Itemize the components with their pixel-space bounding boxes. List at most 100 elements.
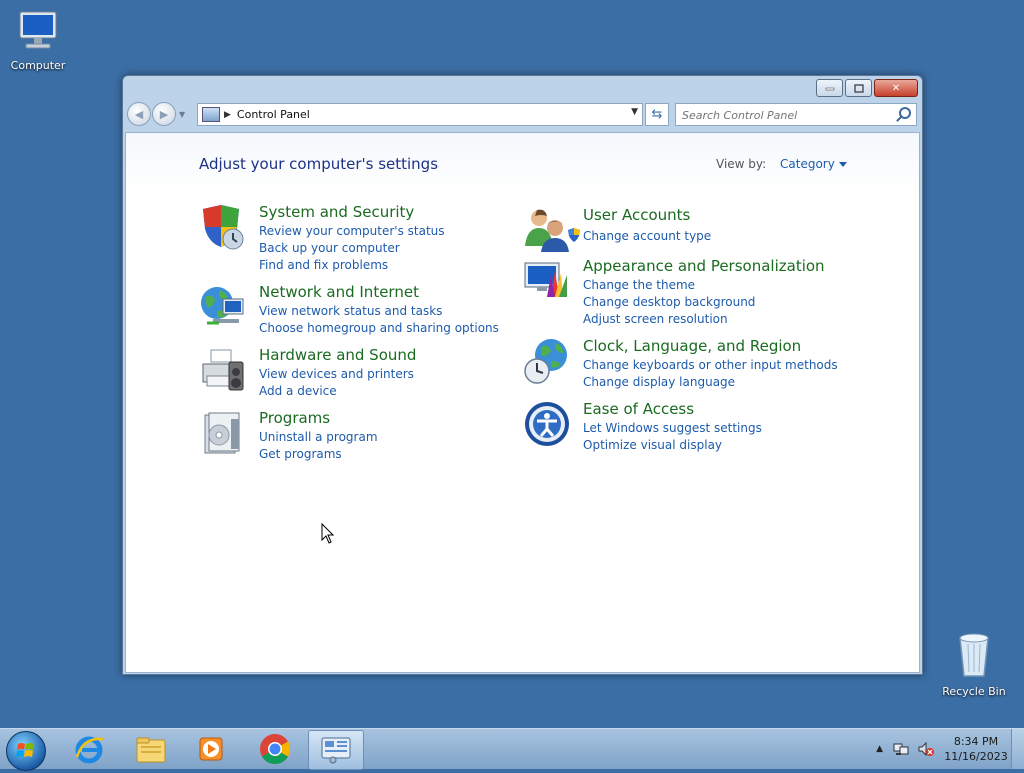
- category-links: View network status and tasks Choose hom…: [259, 303, 499, 337]
- printer-icon: [202, 349, 244, 391]
- network-icon[interactable]: [893, 741, 909, 757]
- view-by-value: Category: [780, 157, 835, 171]
- programs-icon: [204, 412, 240, 454]
- taskbar: ▲ 8:34 PM 11/16/2023: [0, 728, 1024, 771]
- task-link[interactable]: Uninstall a program: [259, 429, 378, 446]
- navigation-bar: ◀ ▶ ▼ ▶ Control Panel ▼ ⇆: [127, 101, 918, 127]
- show-desktop-button[interactable]: [1011, 729, 1024, 769]
- users-icon: [525, 209, 569, 252]
- appearance-icon: [524, 262, 567, 297]
- dropdown-arrow-icon: [838, 162, 847, 167]
- category-links: Let Windows suggest settings Optimize vi…: [583, 420, 762, 454]
- mouse-pointer-icon: [321, 523, 335, 544]
- desktop-icon-recycle-bin[interactable]: Recycle Bin: [936, 630, 1012, 698]
- clock-time: 8:34 PM: [953, 735, 999, 748]
- task-link[interactable]: Back up your computer: [259, 240, 445, 257]
- taskbar-control-panel[interactable]: [308, 730, 364, 770]
- task-link[interactable]: Let Windows suggest settings: [583, 420, 762, 437]
- task-link[interactable]: Choose homegroup and sharing options: [259, 320, 499, 337]
- category-title[interactable]: Appearance and Personalization: [583, 257, 825, 275]
- breadcrumb-control-panel[interactable]: Control Panel: [237, 108, 310, 121]
- view-by: View by: Category: [716, 157, 847, 171]
- clock[interactable]: 8:34 PM 11/16/2023: [941, 734, 1011, 764]
- minimize-button[interactable]: [816, 79, 843, 97]
- category-title[interactable]: User Accounts: [583, 206, 690, 224]
- view-by-dropdown[interactable]: Category: [780, 157, 847, 171]
- view-by-label: View by:: [716, 157, 767, 171]
- close-button[interactable]: ✕: [874, 79, 918, 97]
- category-title[interactable]: System and Security: [259, 203, 414, 221]
- window-controls: ✕: [816, 79, 918, 97]
- task-link[interactable]: Change desktop background: [583, 294, 755, 311]
- back-arrow-icon: ◀: [134, 107, 144, 121]
- desktop-icon-computer[interactable]: Computer: [0, 8, 76, 72]
- system-tray: ▲ 8:34 PM 11/16/2023: [876, 729, 1024, 769]
- refresh-button[interactable]: ⇆: [645, 103, 669, 126]
- search-input[interactable]: [680, 106, 884, 125]
- file-explorer-icon: [136, 737, 166, 763]
- address-dropdown-button[interactable]: ▼: [631, 107, 638, 117]
- task-link[interactable]: Add a device: [259, 383, 414, 400]
- category-links: Change the theme Change desktop backgrou…: [583, 277, 755, 328]
- category-title[interactable]: Ease of Access: [583, 400, 694, 418]
- shield-icon: [203, 205, 244, 250]
- windows-logo-icon: [16, 743, 34, 757]
- task-link[interactable]: View network status and tasks: [259, 303, 499, 320]
- desktop-icon-label: Computer: [10, 59, 66, 72]
- media-player-icon: [199, 737, 223, 761]
- task-link[interactable]: Get programs: [259, 446, 378, 463]
- task-link-with-shield[interactable]: Change account type: [568, 228, 712, 245]
- task-link[interactable]: Find and fix problems: [259, 257, 445, 274]
- taskbar-internet-explorer[interactable]: [62, 730, 116, 768]
- taskbar-media-player[interactable]: [184, 730, 238, 768]
- control-panel-icon: [321, 737, 351, 764]
- category-title[interactable]: Hardware and Sound: [259, 346, 416, 364]
- clock-globe-icon: [524, 339, 567, 384]
- uac-shield-icon: [568, 228, 580, 242]
- globe-icon: [201, 287, 244, 325]
- category-links: Uninstall a program Get programs: [259, 429, 378, 463]
- ease-of-access-icon: [525, 402, 569, 446]
- start-button[interactable]: [6, 731, 46, 771]
- task-link[interactable]: Optimize visual display: [583, 437, 762, 454]
- category-title[interactable]: Network and Internet: [259, 283, 419, 301]
- computer-icon: [19, 11, 57, 49]
- task-link[interactable]: Change keyboards or other input methods: [583, 357, 838, 374]
- close-icon: ✕: [891, 82, 901, 94]
- category-links: Review your computer's status Back up yo…: [259, 223, 445, 274]
- desktop-icon-label: Recycle Bin: [942, 685, 1006, 698]
- recent-pages-dropdown[interactable]: ▼: [179, 110, 185, 119]
- chrome-icon: [260, 734, 291, 765]
- control-panel-small-icon: [202, 107, 220, 122]
- task-link[interactable]: Review your computer's status: [259, 223, 445, 240]
- forward-arrow-icon: ▶: [159, 107, 169, 121]
- category-links: Change keyboards or other input methods …: [583, 357, 838, 391]
- clock-date: 11/16/2023: [944, 750, 1008, 763]
- breadcrumb-separator-icon[interactable]: ▶: [224, 110, 231, 120]
- show-hidden-icons-button[interactable]: ▲: [876, 744, 883, 754]
- back-button[interactable]: ◀: [127, 102, 151, 126]
- task-link[interactable]: Change display language: [583, 374, 838, 391]
- minimize-icon: [825, 87, 834, 91]
- task-link[interactable]: View devices and printers: [259, 366, 414, 383]
- control-panel-content: Adjust your computer's settings View by:…: [125, 132, 920, 673]
- taskbar-chrome[interactable]: [248, 730, 302, 768]
- category-title[interactable]: Programs: [259, 409, 330, 427]
- category-links: View devices and printers Add a device: [259, 366, 414, 400]
- internet-explorer-icon: [75, 736, 104, 764]
- address-bar[interactable]: ▶ Control Panel ▼: [197, 103, 643, 126]
- task-link[interactable]: Change the theme: [583, 277, 755, 294]
- page-title: Adjust your computer's settings: [199, 155, 439, 173]
- forward-button[interactable]: ▶: [152, 102, 176, 126]
- recycle-bin-icon: [959, 633, 989, 677]
- task-link[interactable]: Adjust screen resolution: [583, 311, 755, 328]
- refresh-icon: ⇆: [651, 107, 663, 122]
- control-panel-window: ✕ ◀ ▶ ▼ ▶ Control Panel ▼ ⇆ Adjust your …: [122, 75, 923, 675]
- maximize-button[interactable]: [845, 79, 872, 97]
- category-title[interactable]: Clock, Language, and Region: [583, 337, 801, 355]
- search-box: [675, 103, 917, 126]
- volume-muted-icon[interactable]: [917, 741, 935, 757]
- taskbar-file-explorer[interactable]: [124, 730, 178, 768]
- search-icon[interactable]: [899, 107, 911, 119]
- task-link-label: Change account type: [583, 229, 712, 243]
